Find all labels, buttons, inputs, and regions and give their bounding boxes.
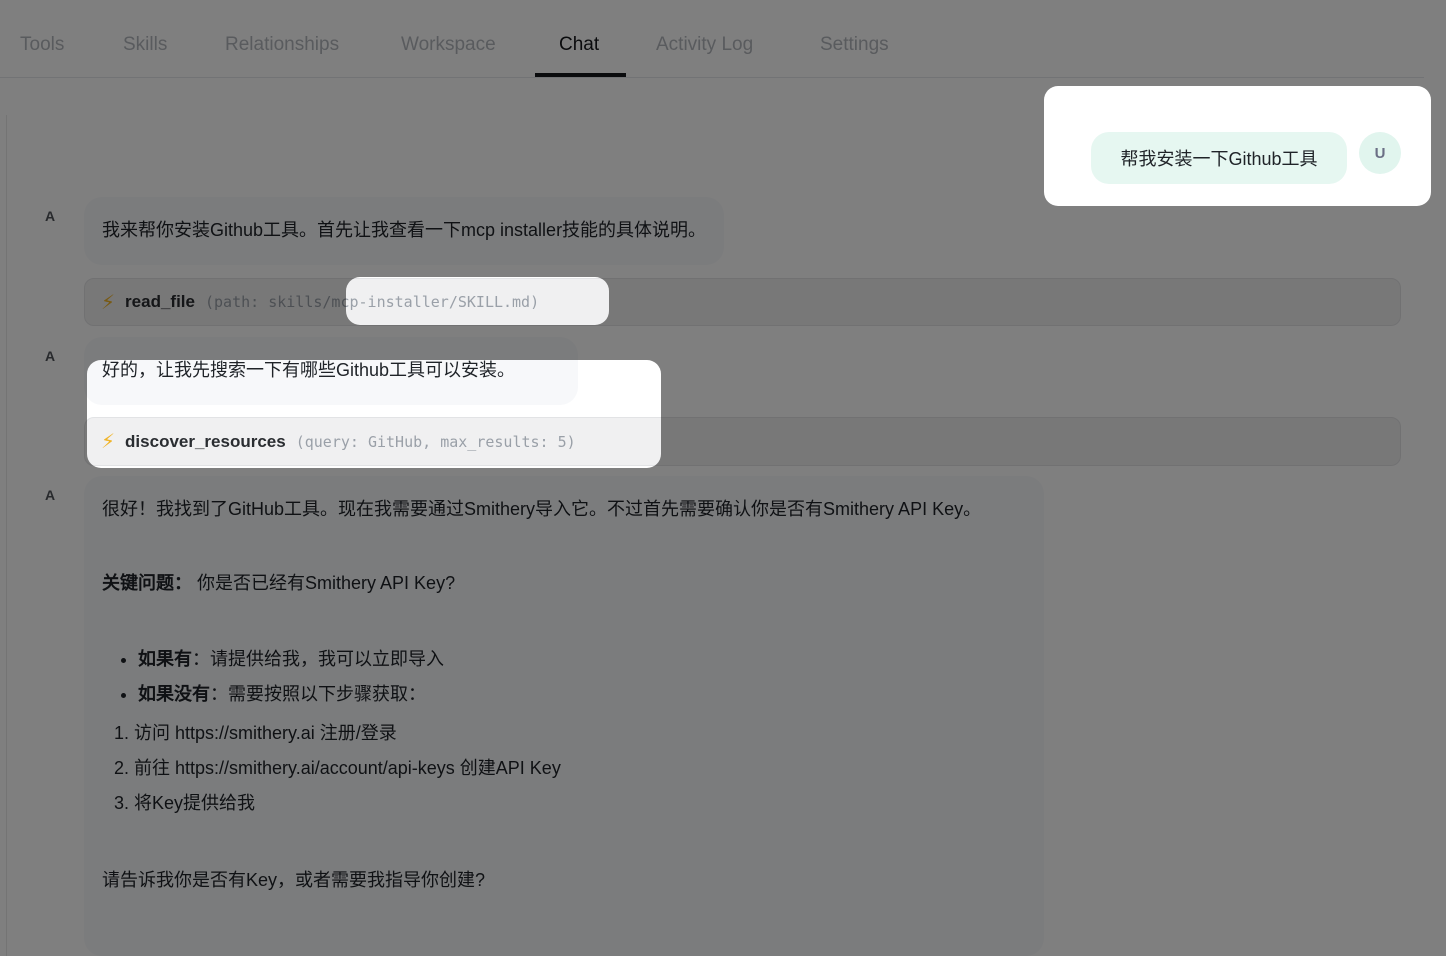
assistant-avatar: A <box>45 208 56 224</box>
list-item: 如果有：请提供给我，我可以立即导入 <box>138 642 1026 677</box>
tool-name: discover_resources <box>125 431 286 451</box>
message-outro: 请告诉我你是否有Key，或者需要我指导你创建? <box>102 870 486 890</box>
key-question-label: 关键问题： <box>102 573 192 593</box>
divider <box>6 115 7 956</box>
bullet-bold: 如果有 <box>138 649 192 669</box>
tool-args: (query: GitHub, max_results: 5) <box>295 432 576 451</box>
steps-list: 访问 https://smithery.ai 注册/登录 前往 https://… <box>134 716 1026 821</box>
bullet-text: ：请提供给我，我可以立即导入 <box>192 649 444 669</box>
lightning-icon: ⚡ <box>101 431 116 453</box>
list-item: 如果没有：需要按照以下步骤获取： <box>138 677 1026 712</box>
assistant-avatar: A <box>45 487 56 503</box>
tool-call-discover-resources[interactable]: ⚡ discover_resources (query: GitHub, max… <box>84 417 1401 466</box>
message-text: 我来帮你安装Github工具。首先让我查看一下mcp installer技能的具… <box>102 220 707 240</box>
bullet-bold: 如果没有 <box>138 684 210 704</box>
tool-args: (path: skills/mcp-installer/SKILL.md) <box>204 293 540 311</box>
user-avatar: U <box>1359 132 1401 174</box>
message-intro: 很好！我找到了GitHub工具。现在我需要通过Smithery导入它。不过首先需… <box>102 499 982 519</box>
assistant-message: 好的，让我先搜索一下有哪些Github工具可以安装。 <box>84 337 578 405</box>
key-question: 你是否已经有Smithery API Key? <box>197 573 456 593</box>
tab-chat[interactable]: Chat <box>559 34 599 56</box>
list-item: 前往 https://smithery.ai/account/api-keys … <box>134 751 1026 786</box>
tab-bar: Tools Skills Relationships Workspace Cha… <box>0 0 1424 78</box>
assistant-message: 很好！我找到了GitHub工具。现在我需要通过Smithery导入它。不过首先需… <box>84 476 1044 956</box>
active-tab-indicator <box>535 73 626 77</box>
tab-settings[interactable]: Settings <box>820 34 889 56</box>
tab-skills[interactable]: Skills <box>123 34 167 56</box>
assistant-message: 我来帮你安装Github工具。首先让我查看一下mcp installer技能的具… <box>84 197 725 265</box>
user-message-bubble: 帮我安装一下Github工具 <box>1091 132 1347 184</box>
options-list: 如果有：请提供给我，我可以立即导入 如果没有：需要按照以下步骤获取： <box>138 642 1026 712</box>
tab-relationships[interactable]: Relationships <box>225 34 339 56</box>
lightning-icon: ⚡ <box>101 291 116 314</box>
tool-name: read_file <box>125 292 195 311</box>
list-item: 将Key提供给我 <box>134 786 1026 821</box>
tab-tools[interactable]: Tools <box>20 34 64 56</box>
assistant-avatar: A <box>45 348 56 364</box>
tab-workspace[interactable]: Workspace <box>401 34 496 56</box>
list-item: 访问 https://smithery.ai 注册/登录 <box>134 716 1026 751</box>
tab-activity-log[interactable]: Activity Log <box>656 34 753 56</box>
tool-call-read-file[interactable]: ⚡ read_file (path: skills/mcp-installer/… <box>84 278 1401 326</box>
message-text: 好的，让我先搜索一下有哪些Github工具可以安装。 <box>102 360 516 380</box>
bullet-text: ：需要按照以下步骤获取： <box>210 684 426 704</box>
